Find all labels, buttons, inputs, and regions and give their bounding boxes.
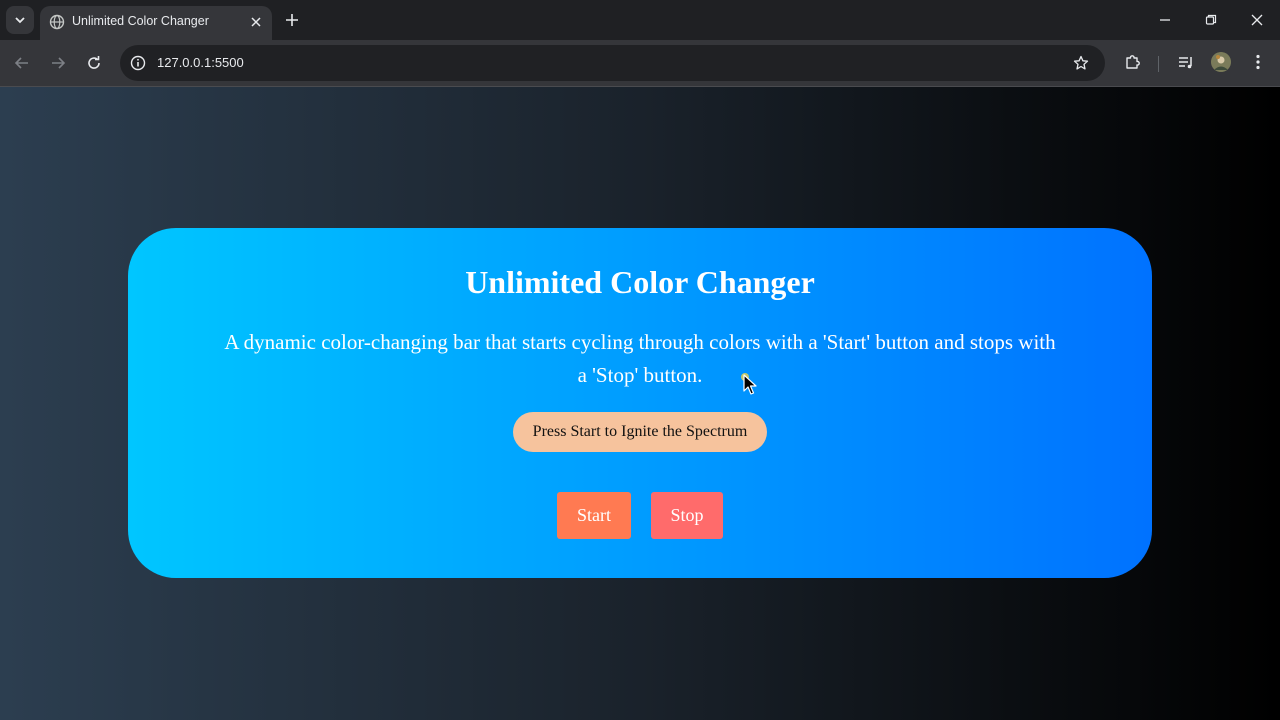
chevron-down-icon: [15, 17, 25, 24]
star-icon[interactable]: [1071, 53, 1091, 73]
toolbar-divider: [1158, 56, 1159, 72]
color-bar-card: Unlimited Color Changer A dynamic color-…: [128, 228, 1152, 578]
minimize-button[interactable]: [1151, 6, 1179, 34]
forward-button[interactable]: [45, 50, 71, 76]
restore-icon: [1205, 14, 1217, 25]
tab-strip: Unlimited Color Changer: [0, 0, 1280, 40]
reload-icon: [88, 56, 100, 69]
tab-title: Unlimited Color Changer: [72, 14, 209, 28]
page-title: Unlimited Color Changer: [465, 264, 815, 300]
info-icon[interactable]: [129, 54, 147, 72]
page-viewport: Unlimited Color Changer A dynamic color-…: [0, 87, 1280, 720]
back-button[interactable]: [9, 50, 35, 76]
mouse-cursor-icon: [741, 373, 757, 395]
tab-search-button[interactable]: [6, 6, 34, 34]
reload-button[interactable]: [81, 50, 107, 76]
start-button[interactable]: Start: [557, 492, 631, 539]
restore-button[interactable]: [1197, 6, 1225, 34]
close-icon: [1251, 14, 1263, 26]
close-window-button[interactable]: [1243, 6, 1271, 34]
arrow-right-icon: [52, 57, 66, 69]
globe-icon: [49, 14, 65, 30]
stop-button[interactable]: Stop: [651, 492, 723, 539]
url-text[interactable]: 127.0.0.1:5500: [157, 55, 244, 70]
status-badge: Press Start to Ignite the Spectrum: [513, 412, 767, 452]
close-icon[interactable]: [247, 13, 265, 31]
media-queue-icon[interactable]: [1175, 51, 1197, 73]
page-description: A dynamic color-changing bar that starts…: [224, 330, 1056, 387]
browser-toolbar: 127.0.0.1:5500: [0, 40, 1280, 86]
plus-icon: [286, 14, 298, 26]
puzzle-icon[interactable]: [1122, 51, 1144, 73]
avatar[interactable]: [1211, 52, 1231, 72]
new-tab-button[interactable]: [281, 9, 303, 31]
browser-tab[interactable]: Unlimited Color Changer: [40, 6, 272, 40]
arrow-left-icon: [14, 57, 28, 69]
kebab-menu-icon[interactable]: [1247, 51, 1269, 73]
address-bar[interactable]: 127.0.0.1:5500: [120, 45, 1105, 81]
minimize-icon: [1160, 19, 1170, 21]
